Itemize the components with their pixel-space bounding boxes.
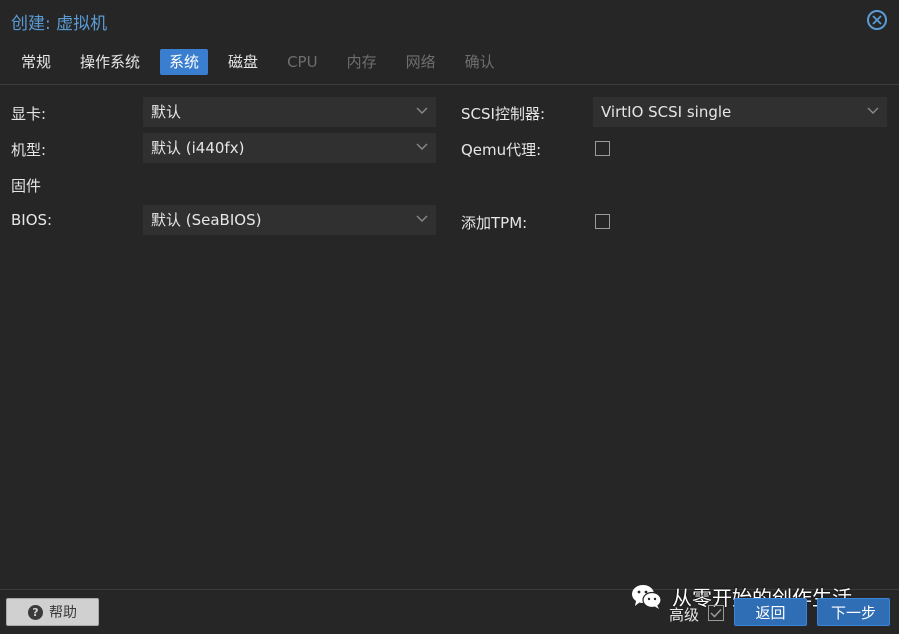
tab-confirm[interactable]: 确认 — [456, 49, 504, 75]
machine-value: 默认 (i440fx) — [151, 139, 245, 157]
graphics-value: 默认 — [151, 103, 182, 121]
close-button[interactable] — [867, 10, 887, 30]
next-button[interactable]: 下一步 — [817, 598, 890, 626]
machine-label: 机型: — [11, 141, 47, 159]
tab-os[interactable]: 操作系统 — [71, 49, 149, 75]
bios-value: 默认 (SeaBIOS) — [151, 211, 262, 229]
back-button[interactable]: 返回 — [734, 598, 807, 626]
tab-disks[interactable]: 磁盘 — [219, 49, 267, 75]
tab-system[interactable]: 系统 — [160, 49, 209, 75]
checkmark-icon — [710, 608, 722, 618]
chevron-down-icon — [867, 107, 879, 114]
chevron-down-icon — [416, 143, 428, 150]
machine-select[interactable]: 默认 (i440fx) — [143, 133, 436, 163]
bios-select[interactable]: 默认 (SeaBIOS) — [143, 205, 436, 235]
create-vm-dialog: 创建: 虚拟机 常规 操作系统 系统 磁盘 CPU 内存 网络 确认 显卡: 默… — [0, 0, 899, 634]
scsi-controller-select[interactable]: VirtIO SCSI single — [593, 97, 887, 127]
back-button-label: 返回 — [755, 603, 786, 622]
tab-general[interactable]: 常规 — [12, 49, 60, 75]
advanced-checkbox[interactable] — [708, 605, 724, 621]
chevron-down-icon — [416, 215, 428, 222]
tab-network[interactable]: 网络 — [397, 49, 445, 75]
wechat-logo-icon — [632, 584, 662, 609]
question-icon: ? — [28, 604, 43, 620]
dialog-title: 创建: 虚拟机 — [11, 14, 108, 34]
advanced-label: 高级 — [669, 606, 700, 624]
firmware-heading: 固件 — [11, 177, 42, 195]
graphics-label: 显卡: — [11, 105, 47, 123]
qemu-agent-checkbox[interactable] — [595, 141, 610, 156]
dialog-titlebar: 创建: 虚拟机 — [0, 0, 899, 40]
tab-bar: 常规 操作系统 系统 磁盘 CPU 内存 网络 确认 — [12, 49, 515, 77]
tab-memory[interactable]: 内存 — [338, 49, 386, 75]
scsi-controller-label: SCSI控制器: — [461, 105, 545, 123]
add-tpm-label: 添加TPM: — [461, 214, 528, 232]
help-button-label: 帮助 — [49, 605, 77, 621]
next-button-label: 下一步 — [830, 603, 876, 622]
help-button[interactable]: ? 帮助 — [6, 598, 99, 626]
graphics-select[interactable]: 默认 — [143, 97, 436, 127]
add-tpm-checkbox[interactable] — [595, 214, 610, 229]
chevron-down-icon — [416, 107, 428, 114]
tab-divider — [0, 84, 899, 85]
bios-label: BIOS: — [11, 211, 53, 229]
scsi-controller-value: VirtIO SCSI single — [601, 103, 732, 121]
qemu-agent-label: Qemu代理: — [461, 141, 542, 159]
close-icon — [872, 15, 882, 25]
tab-cpu[interactable]: CPU — [278, 49, 327, 75]
